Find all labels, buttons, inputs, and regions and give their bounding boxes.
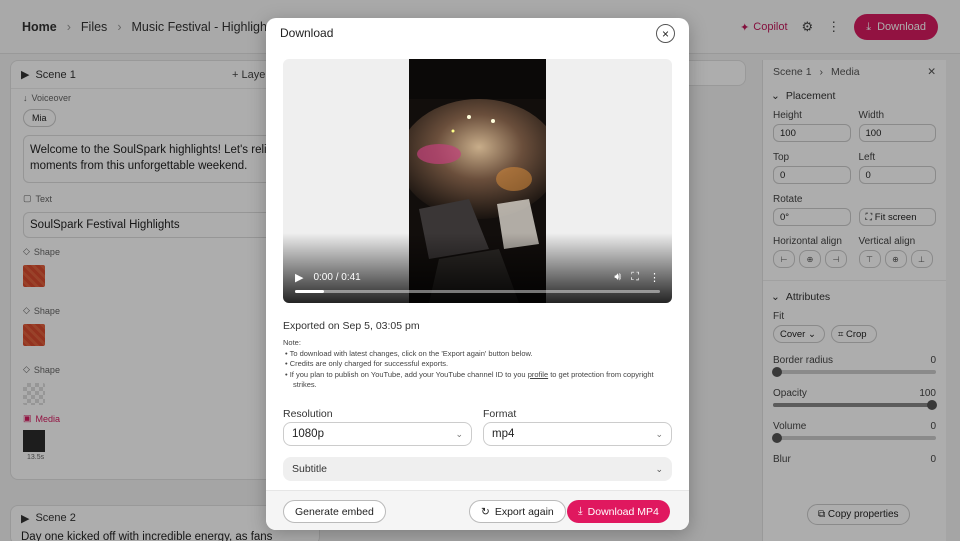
note-item: Credits are only charged for successful … — [289, 359, 673, 370]
note-item: To download with latest changes, click o… — [289, 348, 673, 360]
download-mp4-button[interactable]: ⤓ Download MP4 — [567, 500, 670, 523]
chevron-down-icon: ⌄ — [655, 428, 663, 439]
note-item: If you plan to publish on YouTube, add y… — [289, 369, 673, 391]
profile-link[interactable]: profile — [528, 370, 548, 379]
refresh-icon: ↻ — [481, 505, 490, 518]
export-again-label: Export again — [494, 505, 554, 518]
play-icon[interactable]: ▶ — [295, 271, 303, 284]
resolution-value: 1080p — [292, 428, 324, 440]
note-list: To download with latest changes, click o… — [283, 349, 673, 391]
format-label: Format — [483, 408, 517, 420]
download-icon: ⤓ — [578, 505, 583, 517]
subtitle-label: Subtitle — [292, 463, 328, 475]
export-note: Note: To download with latest changes, c… — [283, 338, 673, 391]
video-progress[interactable] — [295, 290, 660, 293]
note-2: Credits are only charged for successful … — [289, 359, 449, 368]
time-display: 0:00 / 0:41 — [313, 271, 361, 283]
chevron-down-icon: ⌄ — [655, 463, 663, 474]
export-again-button[interactable]: ↻ Export again — [469, 500, 566, 523]
chevron-down-icon: ⌄ — [455, 428, 463, 439]
resolution-select[interactable]: 1080p ⌄ — [283, 422, 472, 446]
close-icon[interactable]: × — [656, 24, 675, 43]
note-3a: If you plan to publish on YouTube, add y… — [289, 369, 526, 379]
dialog-footer: Generate embed ↻ Export again ⤓ Download M… — [266, 490, 689, 530]
note-1: To download with latest changes, click o… — [289, 348, 533, 358]
more-icon[interactable]: ⋮ — [649, 271, 660, 284]
dialog-title: Download — [280, 26, 334, 40]
fullscreen-icon[interactable]: ⛶ — [631, 271, 639, 284]
format-value: mp4 — [492, 428, 515, 440]
note-title: Note: — [283, 338, 301, 347]
video-controls: ▶ 0:00 / 0:41 🔊︎ ⛶ ⋮ — [283, 265, 672, 289]
generate-embed-label: Generate embed — [295, 505, 374, 518]
format-select[interactable]: mp4 ⌄ — [483, 422, 672, 446]
video-player[interactable]: ▶ 0:00 / 0:41 🔊︎ ⛶ ⋮ — [283, 59, 672, 303]
volume-icon[interactable]: 🔊︎ — [614, 271, 621, 284]
generate-embed-button[interactable]: Generate embed — [283, 500, 386, 523]
download-dialog: Download × ▶ 0:00 / 0:41 🔊︎ ⛶ ⋮ Exported… — [266, 18, 689, 530]
video-progress-fill — [295, 290, 325, 293]
download-mp4-label: Download MP4 — [587, 505, 659, 518]
resolution-label: Resolution — [283, 408, 333, 420]
subtitle-accordion[interactable]: Subtitle ⌄ — [283, 457, 672, 481]
exported-date: Exported on Sep 5, 03:05 pm — [283, 320, 420, 332]
